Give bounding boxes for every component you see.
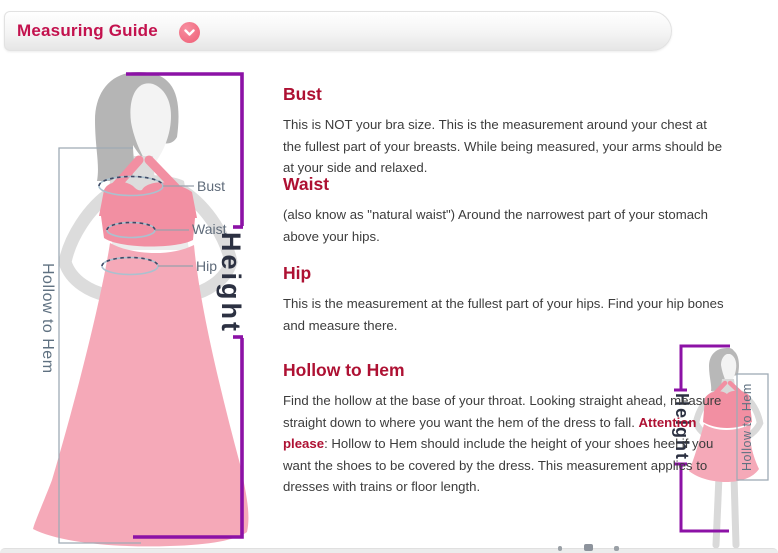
measuring-guide-page: Measuring Guide [0,0,778,553]
bust-description: This is NOT your bra size. This is the m… [283,114,727,179]
hollow-to-hem-label: Hollow to Hem [34,256,56,380]
hip-description: This is the measurement at the fullest p… [283,293,727,336]
hip-heading: Hip [283,263,727,284]
height-label: Height [216,231,246,335]
hollow-to-hem-description: Find the hollow at the base of your thro… [283,390,727,498]
cutoff-content-speck [614,546,619,551]
hollow-rest-text: : Hollow to Hem should include the heigh… [283,436,713,494]
small-hollow-to-hem-label: Hollow to Hem [740,377,766,477]
section-hip: Hip This is the measurement at the fulle… [283,263,727,336]
waist-description: (also know as "natural waist") Around th… [283,204,727,247]
hip-label: Hip [196,258,217,274]
section-hollow-to-hem: Hollow to Hem Find the hollow at the bas… [283,360,727,498]
bust-heading: Bust [283,84,727,105]
cutoff-content-speck [558,546,562,551]
dress-bodice [99,182,197,247]
waist-heading: Waist [283,174,727,195]
next-section-sliver [0,548,778,553]
section-waist: Waist (also know as "natural waist") Aro… [283,174,727,247]
cutoff-content-speck [584,544,593,551]
bust-label: Bust [197,178,225,194]
section-bust: Bust This is NOT your bra size. This is … [283,84,727,179]
hollow-to-hem-heading: Hollow to Hem [283,360,727,381]
